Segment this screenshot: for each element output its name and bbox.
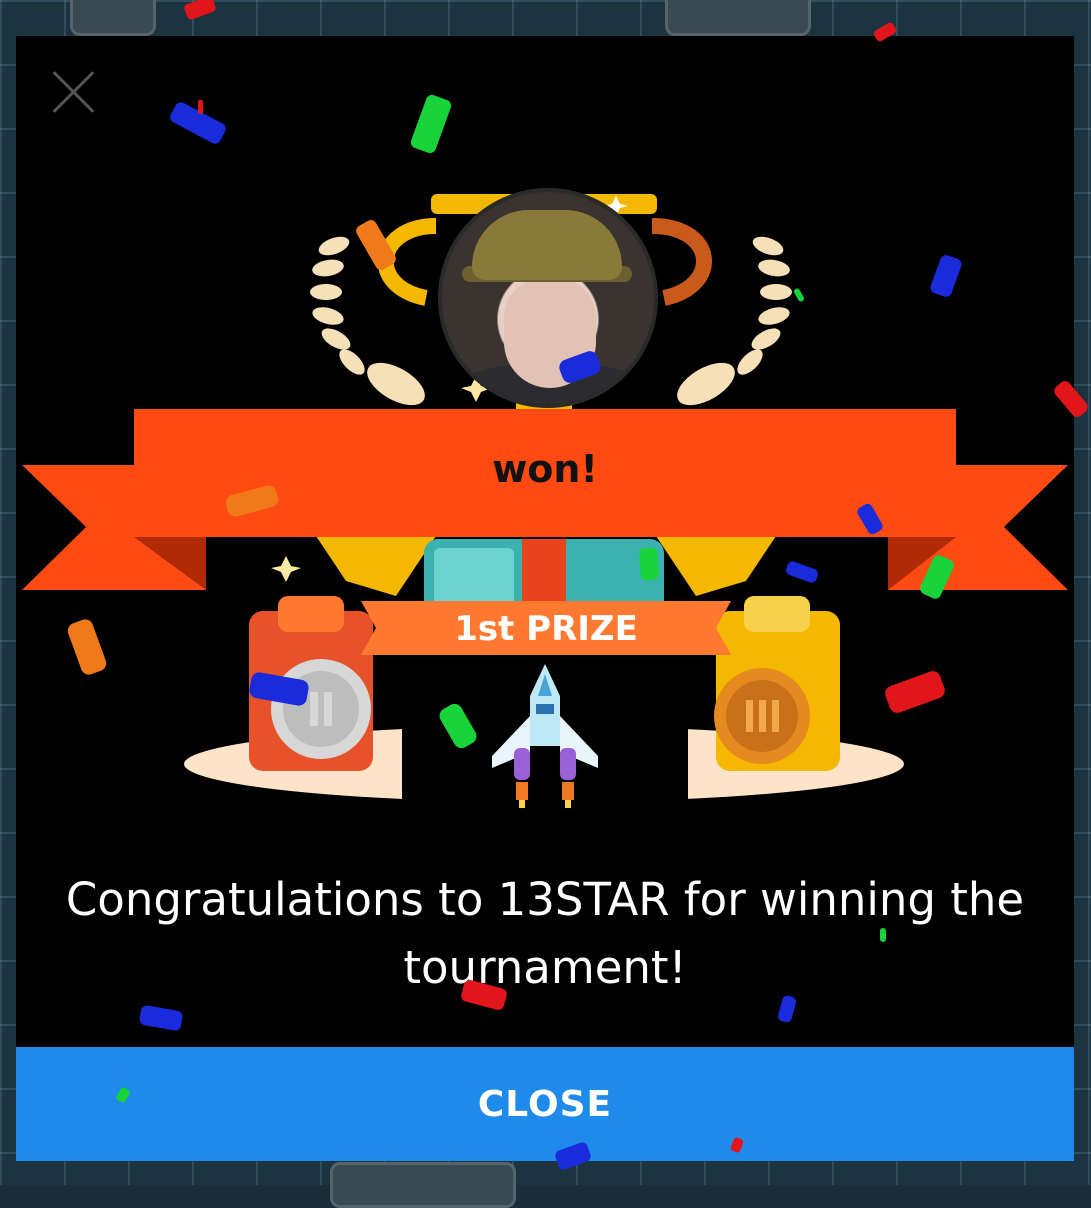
spaceship-icon bbox=[492, 664, 598, 808]
board-piece bbox=[665, 0, 811, 36]
laurel-right bbox=[677, 236, 792, 406]
third-place-block bbox=[714, 596, 840, 771]
congratulations-message: Congratulations to 13STAR for winning th… bbox=[65, 873, 1025, 994]
winner-avatar bbox=[438, 188, 658, 408]
close-button[interactable]: CLOSE bbox=[16, 1047, 1074, 1161]
laurel-left bbox=[310, 236, 425, 406]
winner-banner-text: won! bbox=[492, 447, 598, 491]
tournament-win-modal: won! 1st PRIZE Congratulations to 13STAR… bbox=[16, 36, 1074, 1161]
prize-display bbox=[402, 656, 688, 822]
prize-label: 1st PRIZE bbox=[454, 609, 638, 649]
board-piece bbox=[70, 0, 156, 36]
board-piece bbox=[330, 1162, 516, 1208]
second-place-block bbox=[249, 596, 373, 771]
winner-banner: won! bbox=[134, 409, 956, 537]
